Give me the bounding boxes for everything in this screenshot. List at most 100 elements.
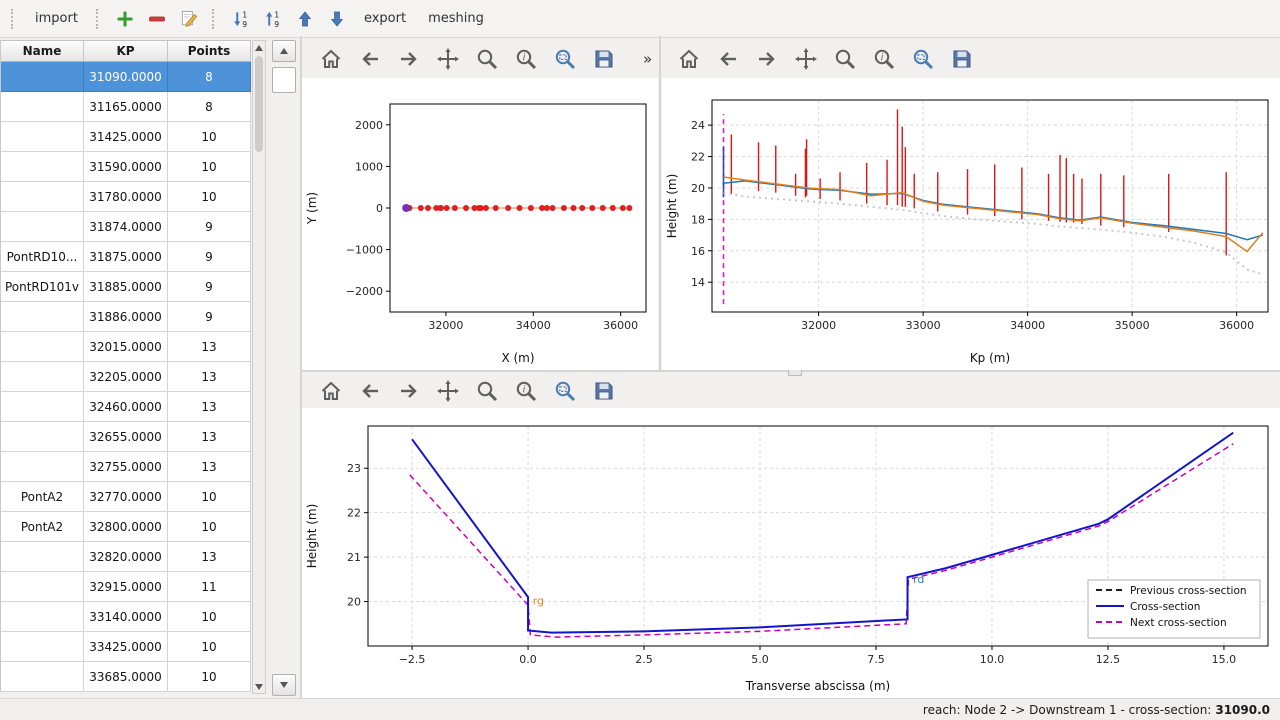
header-name[interactable]: Name xyxy=(1,41,84,61)
table-row[interactable]: 31886.00009 xyxy=(1,302,251,332)
cell-kp: 31165.0000 xyxy=(84,92,168,122)
svg-text:16: 16 xyxy=(691,245,705,258)
table-row[interactable]: 32015.000013 xyxy=(1,332,251,362)
panel-scroll-down-button[interactable] xyxy=(272,674,296,696)
table-row[interactable]: 31590.000010 xyxy=(1,152,251,182)
longitudinal-profile-plot: 3200033000340003500036000141618202224Kp … xyxy=(662,78,1280,370)
plan-view-plot: 320003400036000−2000−1000010002000X (m)Y… xyxy=(302,78,658,370)
table-row[interactable]: 32655.000013 xyxy=(1,422,251,452)
cell-points: 9 xyxy=(168,242,251,272)
zoom-rect-button[interactable] xyxy=(550,44,580,74)
svg-text:2.5: 2.5 xyxy=(635,653,653,666)
edit-button[interactable] xyxy=(175,5,203,33)
table-row[interactable]: 33685.000010 xyxy=(1,662,251,692)
home-icon xyxy=(319,379,343,403)
pan-button[interactable] xyxy=(433,376,463,406)
remove-icon xyxy=(147,9,167,29)
panel-scroll-up-button[interactable] xyxy=(272,40,296,62)
pan-button[interactable] xyxy=(791,44,821,74)
back-button[interactable] xyxy=(355,376,385,406)
svg-text:X (m): X (m) xyxy=(501,351,534,365)
scroll-up-button[interactable] xyxy=(253,41,265,54)
annotation-rg: rg xyxy=(533,595,544,608)
panel-scrollbar-thumb[interactable] xyxy=(272,67,296,93)
table-row[interactable]: 31165.00008 xyxy=(1,92,251,122)
back-button[interactable] xyxy=(355,44,385,74)
zoom-info-button[interactable]: i xyxy=(511,376,541,406)
zoom-button[interactable] xyxy=(472,376,502,406)
scrollbar-thumb[interactable] xyxy=(255,56,263,152)
cross-section-canvas[interactable]: −2.50.02.55.07.510.012.515.020212223Tran… xyxy=(302,408,1280,698)
table-row[interactable]: PontRD10...31875.00009 xyxy=(1,242,251,272)
table-row[interactable]: 31874.00009 xyxy=(1,212,251,242)
table-row[interactable]: 32755.000013 xyxy=(1,452,251,482)
save-button[interactable] xyxy=(589,44,619,74)
svg-text:33000: 33000 xyxy=(906,319,941,332)
cross-section-points xyxy=(579,205,585,211)
cell-points: 10 xyxy=(168,632,251,662)
zoom-rect-button[interactable] xyxy=(550,376,580,406)
header-points[interactable]: Points xyxy=(168,41,251,61)
cell-points: 10 xyxy=(168,122,251,152)
table-row[interactable]: 33425.000010 xyxy=(1,632,251,662)
table-row[interactable]: PontRD101v31885.00009 xyxy=(1,272,251,302)
toolbar-overflow-chevron[interactable]: » xyxy=(643,50,652,68)
table-scrollbar[interactable] xyxy=(252,40,266,694)
header-kp[interactable]: KP xyxy=(84,41,168,61)
save-button[interactable] xyxy=(947,44,977,74)
panel-scrollbar[interactable] xyxy=(272,40,298,696)
scroll-down-button[interactable] xyxy=(253,680,265,693)
toolbar-grip[interactable] xyxy=(96,9,102,29)
export-menu[interactable]: export xyxy=(355,7,415,30)
table-row[interactable]: 32205.000013 xyxy=(1,362,251,392)
table-row[interactable]: 33140.000010 xyxy=(1,602,251,632)
zoom-rect-icon xyxy=(553,379,577,403)
table-row[interactable]: 31090.00008 xyxy=(1,62,251,92)
table-row[interactable]: 32460.000013 xyxy=(1,392,251,422)
plan-view-canvas[interactable]: 320003400036000−2000−1000010002000X (m)Y… xyxy=(302,78,658,370)
scroll-down-icon xyxy=(255,684,263,690)
table-row[interactable]: PontA232800.000010 xyxy=(1,512,251,542)
forward-button[interactable] xyxy=(394,376,424,406)
forward-button[interactable] xyxy=(394,44,424,74)
move-up-button[interactable] xyxy=(291,5,319,33)
cell-points: 8 xyxy=(168,92,251,122)
cross-section-points xyxy=(418,205,424,211)
forward-button[interactable] xyxy=(752,44,782,74)
cell-kp: 31780.0000 xyxy=(84,182,168,212)
toolbar-grip[interactable] xyxy=(212,9,218,29)
zoom-info-button[interactable]: i xyxy=(869,44,899,74)
remove-button[interactable] xyxy=(143,5,171,33)
svg-text:22: 22 xyxy=(347,507,361,520)
zoom-rect-button[interactable] xyxy=(908,44,938,74)
save-button[interactable] xyxy=(589,376,619,406)
home-button[interactable] xyxy=(316,376,346,406)
svg-text:Kp (m): Kp (m) xyxy=(970,351,1010,365)
move-down-button[interactable] xyxy=(323,5,351,33)
cell-name xyxy=(1,662,84,692)
table-row[interactable]: 32820.000013 xyxy=(1,542,251,572)
zoom-info-button[interactable]: i xyxy=(511,44,541,74)
table-row[interactable]: 31780.000010 xyxy=(1,182,251,212)
annotation-rd: rd xyxy=(913,573,924,586)
pan-button[interactable] xyxy=(433,44,463,74)
longitudinal-profile-canvas[interactable]: 3200033000340003500036000141618202224Kp … xyxy=(662,78,1280,370)
table-row[interactable]: 32915.000011 xyxy=(1,572,251,602)
add-button[interactable] xyxy=(111,5,139,33)
import-menu[interactable]: import xyxy=(26,7,87,30)
zoom-info-icon: i xyxy=(514,47,538,71)
zoom-button[interactable] xyxy=(830,44,860,74)
sort-descending-button[interactable]: 19 xyxy=(227,5,255,33)
meshing-menu[interactable]: meshing xyxy=(419,7,493,30)
toolbar-grip[interactable] xyxy=(11,9,17,29)
table-row[interactable]: 31425.000010 xyxy=(1,122,251,152)
plots-vertical-splitter[interactable] xyxy=(659,36,661,370)
sort-ascending-button[interactable]: 19 xyxy=(259,5,287,33)
zoom-button[interactable] xyxy=(472,44,502,74)
back-button[interactable] xyxy=(713,44,743,74)
table-row[interactable]: PontA232770.000010 xyxy=(1,482,251,512)
svg-text:i: i xyxy=(523,385,526,396)
home-button[interactable] xyxy=(674,44,704,74)
svg-text:9: 9 xyxy=(274,19,279,28)
home-button[interactable] xyxy=(316,44,346,74)
